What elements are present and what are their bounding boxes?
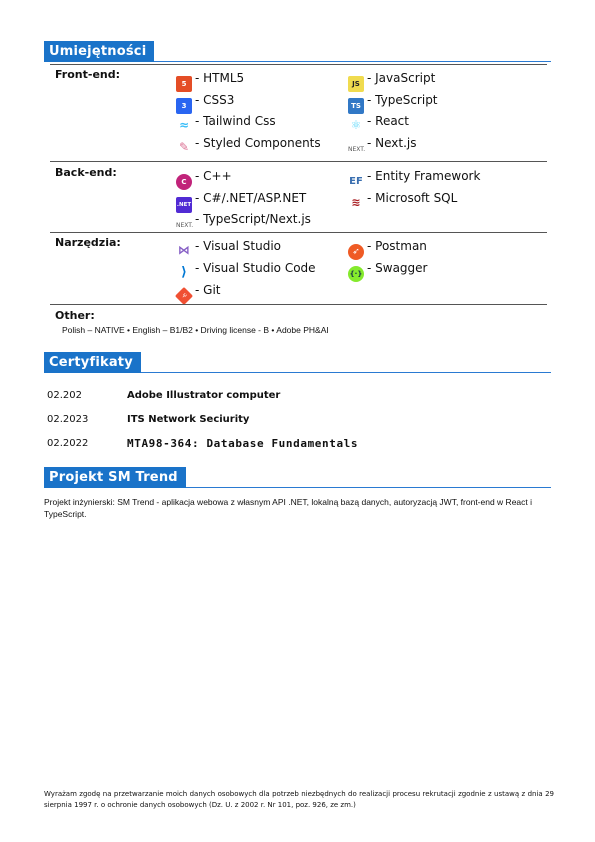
backend-divider: [50, 232, 547, 233]
skill-entity-framework: EF - Entity Framework: [348, 166, 480, 187]
skills-section-title: Umiejętności: [44, 41, 155, 62]
skill-styled-components: ✎ - Styled Components: [176, 133, 321, 154]
tools-label: Narzędzia:: [55, 236, 121, 249]
skill-vscode: ⟩ - Visual Studio Code: [176, 258, 316, 280]
skill-cpp: C- C++: [176, 166, 232, 190]
nextjs-icon: NEXT.: [348, 146, 366, 153]
skill-tailwind: ≈ - Tailwind Css: [176, 111, 276, 132]
skills-top-divider: [50, 64, 547, 65]
cert-name: Adobe Illustrator computer: [127, 390, 281, 401]
project-section-header: Projekt SM Trend: [44, 467, 551, 488]
skill-css3: 3- CSS3: [176, 90, 234, 114]
backend-row: Back-end: C- C++ EF - Entity Framework .N…: [50, 166, 547, 230]
tools-row: Narzędzia: ⋈ - Visual Studio ➶ - Postman ⟩…: [50, 236, 547, 306]
vscode-icon: ⟩: [181, 265, 187, 280]
mssql-icon: ≋: [351, 196, 361, 209]
skill-javascript: JS - JavaScript: [348, 68, 435, 92]
certs-section-title: Certyfikaty: [44, 352, 141, 373]
cert-date: 02.2023: [47, 414, 89, 425]
styled-components-icon: ✎: [178, 140, 190, 154]
cert-name: MTA98-364: Database Fundamentals: [127, 437, 359, 450]
skill-dotnet: .NET - C#/.NET/ASP.NET: [176, 188, 306, 213]
skills-section-header: Umiejętności: [44, 41, 551, 62]
cert-date: 02.2022: [47, 438, 89, 449]
other-label: Other:: [55, 309, 95, 322]
skill-typescript-nextjs: NEXT. - TypeScript/Next.js: [176, 209, 311, 229]
frontend-divider: [50, 161, 547, 162]
cert-date: 02.202: [47, 390, 82, 401]
skill-typescript: TS - TypeScript: [348, 90, 438, 114]
gdpr-consent-clause: Wyrażam zgodę na przetwarzanie moich dan…: [44, 790, 554, 809]
react-icon: ⚛: [350, 118, 362, 132]
skill-react: ⚛ - React: [348, 111, 409, 132]
frontend-row: Front-end: 5- HTML5 JS - JavaScript 3- CS…: [50, 68, 547, 156]
visual-studio-icon: ⋈: [178, 243, 190, 257]
cert-name: ITS Network Seciurity: [127, 414, 250, 425]
skill-git: ⑂ - Git: [174, 280, 220, 306]
certs-section-header: Certyfikaty: [44, 352, 551, 373]
skill-visual-studio: ⋈ - Visual Studio: [178, 239, 282, 257]
tools-divider: [50, 304, 547, 305]
project-description: Projekt inżynierski: SM Trend - aplikacj…: [44, 497, 533, 519]
skill-nextjs: NEXT. - Next.js: [348, 133, 417, 153]
frontend-label: Front-end:: [55, 68, 121, 81]
swagger-icon: {·}: [348, 266, 364, 282]
git-icon: ⑂: [174, 286, 194, 306]
backend-label: Back-end:: [55, 166, 117, 179]
tailwind-icon: ≈: [178, 118, 190, 132]
skill-html5: 5- HTML5: [176, 68, 244, 92]
project-section-title: Projekt SM Trend: [44, 467, 186, 488]
other-text: Polish – NATIVE • English – B1/B2 • Driv…: [62, 325, 329, 335]
skill-mssql: ≋ - Microsoft SQL: [348, 188, 457, 209]
skill-postman: ➶ - Postman: [348, 236, 427, 260]
skill-swagger: {·} - Swagger: [348, 258, 427, 282]
